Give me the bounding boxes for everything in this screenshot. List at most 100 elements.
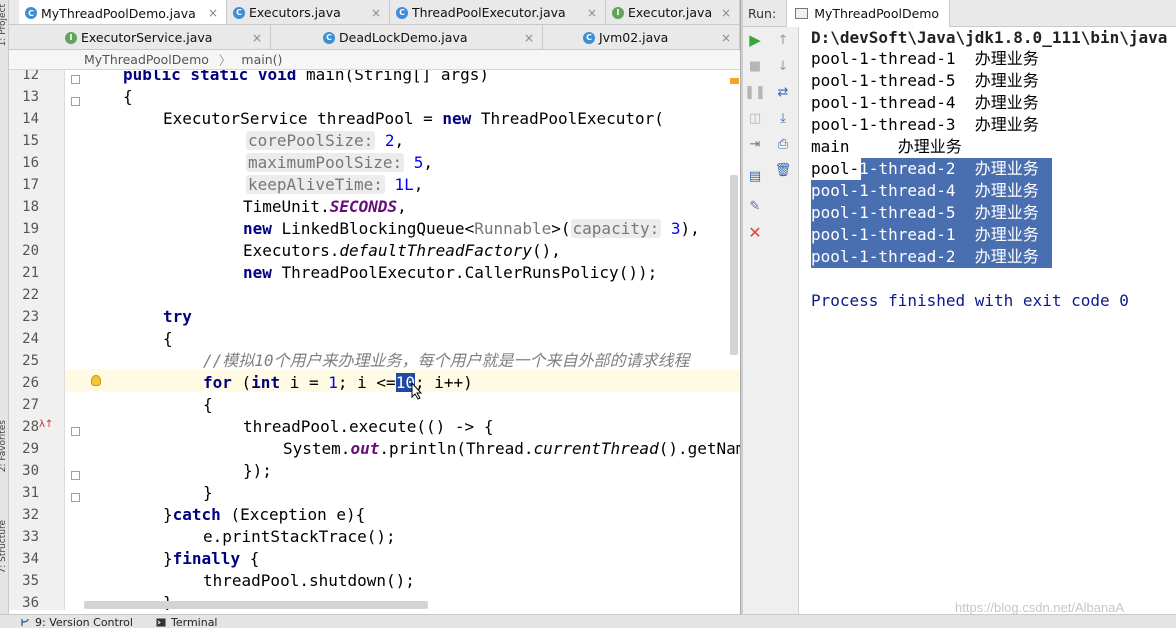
- code-token: finally: [172, 549, 241, 568]
- run-tab-mythreadpooldemo[interactable]: MyThreadPoolDemo: [786, 0, 951, 27]
- up-arrow-icon[interactable]: ↑: [775, 32, 791, 48]
- code-token: ThreadPoolExecutor.CallerRunsPolicy());: [271, 263, 658, 282]
- close-icon[interactable]: ×: [524, 31, 534, 45]
- close-icon[interactable]: ×: [721, 6, 731, 20]
- code-token: ,: [423, 153, 434, 172]
- fold-marker-icon[interactable]: [71, 471, 80, 480]
- line-number: 13: [22, 89, 39, 105]
- code-token: ,: [413, 175, 424, 194]
- code-token: try: [163, 307, 192, 326]
- stop-icon[interactable]: ■: [747, 58, 763, 74]
- parameter-hint: capacity:: [570, 219, 662, 238]
- code-token: {: [240, 549, 260, 568]
- structure-tool-label[interactable]: 7: Structure: [0, 520, 8, 574]
- fold-marker-icon[interactable]: [71, 97, 80, 106]
- close-icon[interactable]: ×: [587, 6, 597, 20]
- console-line: pool-1-thread-4 办理业务: [811, 93, 1039, 112]
- line-number: 22: [22, 287, 39, 303]
- code-token: 3: [670, 219, 681, 238]
- breadcrumb-class[interactable]: MyThreadPoolDemo: [84, 52, 209, 67]
- tab-label: Executors.java: [249, 5, 341, 20]
- tab-executors[interactable]: C Executors.java ×: [227, 0, 390, 24]
- terminal-label: Terminal: [171, 616, 218, 628]
- print-icon[interactable]: ⎙: [775, 136, 791, 152]
- pause-icon[interactable]: ❚❚: [744, 84, 766, 100]
- tab-executorservice[interactable]: I ExecutorService.java ×: [59, 25, 271, 49]
- tab-label: ExecutorService.java: [81, 30, 213, 45]
- line-number: 17: [22, 177, 39, 193]
- run-tab-label: MyThreadPoolDemo: [814, 5, 940, 21]
- lambda-icon[interactable]: λ↑: [39, 419, 53, 430]
- code-token: ; i++): [414, 373, 473, 392]
- soft-wrap-icon[interactable]: ⇄: [775, 84, 791, 100]
- favorites-tool-label[interactable]: 2: Favorites: [0, 420, 8, 472]
- code-token: new: [243, 219, 272, 238]
- close-icon[interactable]: ✕: [747, 223, 763, 242]
- close-icon[interactable]: ×: [252, 31, 262, 45]
- branch-icon: [21, 618, 29, 626]
- code-token: (Exception e){: [220, 505, 366, 524]
- parameter-hint: keepAliveTime:: [246, 175, 385, 194]
- code-line-21: new ThreadPoolExecutor.CallerRunsPolicy(…: [243, 262, 657, 284]
- exit-icon[interactable]: ⇥: [747, 136, 763, 152]
- down-arrow-icon[interactable]: ↓: [775, 58, 791, 74]
- code-token: 1: [328, 373, 338, 392]
- mouse-cursor-icon: [411, 382, 423, 400]
- code-line-19: new LinkedBlockingQueue<Runnable>(capaci…: [243, 218, 700, 240]
- line-number: 27: [22, 397, 39, 413]
- tab-mythreadpooldemo[interactable]: C MyThreadPoolDemo.java ×: [19, 0, 227, 24]
- code-editor[interactable]: 12 13 14 15 16 17 18 19 20 21 22 23 24 2…: [9, 70, 740, 610]
- version-control-button[interactable]: 9: Version Control: [20, 616, 133, 628]
- console-text-unselected: pool-: [811, 159, 860, 178]
- console-line: pool-1-thread-1 办理业务: [811, 49, 1039, 68]
- tab-executor[interactable]: I Executor.java ×: [606, 0, 740, 24]
- tab-deadlockdemo[interactable]: C DeadLockDemo.java ×: [317, 25, 543, 49]
- code-token: int: [251, 373, 281, 392]
- editor-horizontal-scrollbar[interactable]: [84, 601, 428, 609]
- close-icon[interactable]: ×: [208, 6, 218, 20]
- fold-marker-icon[interactable]: [71, 493, 80, 502]
- line-number: 16: [22, 155, 39, 171]
- code-token: new: [442, 109, 472, 128]
- project-tool-label[interactable]: 1: Project: [0, 4, 8, 46]
- editor-vertical-scrollbar[interactable]: [730, 175, 738, 355]
- close-icon[interactable]: ×: [721, 31, 731, 45]
- code-token: }: [163, 549, 173, 568]
- line-number: 31: [22, 485, 39, 501]
- pin-icon[interactable]: ✎: [747, 198, 763, 214]
- code-line-29: System.out.println(Thread.currentThread(…: [283, 438, 740, 460]
- code-line-24: {: [163, 329, 173, 348]
- line-number: 35: [22, 573, 39, 589]
- tab-threadpoolexecutor[interactable]: C ThreadPoolExecutor.java ×: [390, 0, 606, 24]
- close-icon[interactable]: ×: [371, 6, 381, 20]
- fold-marker-icon[interactable]: [71, 75, 80, 84]
- camera-icon[interactable]: ◫: [747, 110, 763, 126]
- code-token: ExecutorService threadPool =: [163, 109, 443, 128]
- terminal-button[interactable]: Terminal: [156, 616, 218, 628]
- code-line-18: TimeUnit.SECONDS,: [243, 196, 407, 218]
- warning-marker-icon[interactable]: [730, 78, 739, 84]
- tab-jvm02[interactable]: C Jvm02.java ×: [577, 25, 740, 49]
- class-icon: C: [25, 7, 37, 19]
- console-line-exit-code: Process finished with exit code 0: [811, 291, 1129, 310]
- scroll-to-end-icon[interactable]: ⤓: [775, 110, 791, 126]
- code-token: ,: [397, 197, 407, 216]
- clear-all-icon[interactable]: 🗑: [775, 162, 792, 178]
- code-line-33: e.printStackTrace();: [203, 527, 396, 546]
- rerun-icon[interactable]: ▶: [747, 31, 763, 49]
- lightbulb-icon[interactable]: [91, 375, 101, 386]
- fold-marker-icon[interactable]: [71, 427, 80, 436]
- tab-label: DeadLockDemo.java: [339, 30, 468, 45]
- class-icon: C: [323, 31, 335, 44]
- code-line-35: threadPool.shutdown();: [203, 571, 415, 590]
- code-line-31: }: [203, 483, 213, 502]
- breadcrumb-method[interactable]: main(): [241, 52, 282, 67]
- code-token: SECONDS: [329, 197, 398, 216]
- line-number: 30: [22, 463, 39, 479]
- code-token: TimeUnit.: [243, 197, 330, 216]
- code-line-27: {: [203, 395, 213, 414]
- console-output[interactable]: D:\devSoft\Java\jdk1.8.0_111\bin\java po…: [799, 27, 1176, 614]
- watermark: https://blog.csdn.net/AlbanaA: [955, 600, 1125, 615]
- layout-icon[interactable]: ▤: [747, 168, 763, 184]
- code-line-13: {: [123, 87, 133, 106]
